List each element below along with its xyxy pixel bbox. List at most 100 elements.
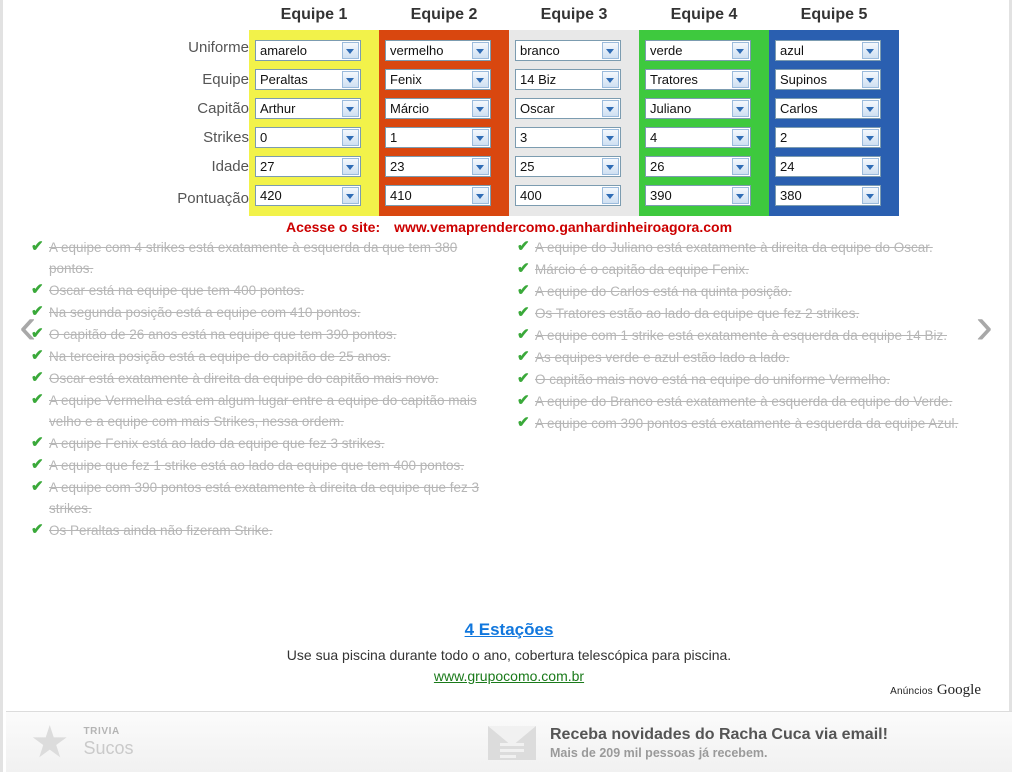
puzzle-cell: 23 bbox=[379, 152, 509, 181]
select-uniforme-col1[interactable]: amarelo bbox=[255, 40, 361, 61]
clue-item[interactable]: ✔ Os Tratores estão ao lado da equipe que… bbox=[517, 303, 987, 324]
select-pontuação-col1[interactable]: 420 bbox=[255, 185, 361, 206]
footer-newsletter-block[interactable]: Receba novidades do Racha Cuca via email… bbox=[488, 712, 888, 773]
clue-item[interactable]: ✔ Oscar está exatamente à direita da equi… bbox=[31, 368, 501, 389]
select-equipe-col1[interactable]: Peraltas bbox=[255, 69, 361, 90]
select-strikes-col5[interactable]: 2 bbox=[775, 127, 881, 148]
chevron-down-icon bbox=[342, 71, 359, 88]
select-equipe-col5[interactable]: Supinos bbox=[775, 69, 881, 90]
clue-text: A equipe com 1 strike está exatamente à … bbox=[535, 328, 948, 343]
trivia-title: Sucos bbox=[83, 738, 134, 758]
clue-text: Márcio é o capitão da equipe Fenix. bbox=[535, 262, 749, 277]
clue-item[interactable]: ✔ A equipe do Carlos está na quinta posiç… bbox=[517, 281, 987, 302]
puzzle-cell: 400 bbox=[509, 181, 639, 216]
ad-title-link[interactable]: 4 Estações bbox=[465, 620, 554, 640]
clue-item[interactable]: ✔ O capitão mais novo está na equipe do u… bbox=[517, 369, 987, 390]
chevron-down-icon bbox=[862, 158, 879, 175]
select-pontuação-col5[interactable]: 380 bbox=[775, 185, 881, 206]
footer-trivia-block[interactable]: ★ TRIVIA Sucos bbox=[30, 712, 133, 773]
puzzle-cell: 3 bbox=[509, 123, 639, 152]
envelope-icon bbox=[488, 725, 536, 760]
select-idade-col1[interactable]: 27 bbox=[255, 156, 361, 177]
select-idade-col2[interactable]: 23 bbox=[385, 156, 491, 177]
newsletter-title: Receba novidades do Racha Cuca via email… bbox=[550, 725, 888, 743]
clue-text: A equipe com 4 strikes está exatamente à… bbox=[49, 240, 458, 276]
row-label-pontuação: Pontuação bbox=[177, 190, 249, 207]
check-icon: ✔ bbox=[517, 370, 530, 387]
select-strikes-col2[interactable]: 1 bbox=[385, 127, 491, 148]
select-capitão-col5[interactable]: Carlos bbox=[775, 98, 881, 119]
select-strikes-col3[interactable]: 3 bbox=[515, 127, 621, 148]
chevron-down-icon bbox=[602, 129, 619, 146]
clue-text: O capitão de 26 anos está na equipe que … bbox=[49, 327, 397, 342]
clue-item[interactable]: ✔ Na terceira posição está a equipe do ca… bbox=[31, 346, 501, 367]
puzzle-cell: Supinos bbox=[769, 65, 899, 94]
puzzle-row: Equipe Peraltas Fenix 14 Biz Tratores Supinos bbox=[131, 65, 899, 94]
clue-item[interactable]: ✔ A equipe com 1 strike está exatamente à… bbox=[517, 325, 987, 346]
puzzle-cell: 4 bbox=[639, 123, 769, 152]
google-ads-label: Anúncios Google bbox=[890, 682, 981, 699]
clue-text: Oscar está na equipe que tem 400 pontos. bbox=[49, 283, 305, 298]
puzzle-cell: Juliano bbox=[639, 94, 769, 123]
clue-item[interactable]: ✔ A equipe Fenix está ao lado da equipe q… bbox=[31, 433, 501, 454]
select-capitão-col2[interactable]: Márcio bbox=[385, 98, 491, 119]
clue-text: Os Tratores estão ao lado da equipe que … bbox=[535, 306, 860, 321]
chevron-down-icon bbox=[732, 158, 749, 175]
clue-item[interactable]: ✔ A equipe com 390 pontos está exatamente… bbox=[517, 413, 987, 434]
select-capitão-col1[interactable]: Arthur bbox=[255, 98, 361, 119]
clue-item[interactable]: ✔ A equipe que fez 1 strike está ao lado … bbox=[31, 455, 501, 476]
puzzle-cell: amarelo bbox=[249, 30, 379, 65]
clue-item[interactable]: ✔ A equipe Vermelha está em algum lugar e… bbox=[31, 390, 501, 432]
sponsor-site-line: Acesse o site: www.vemaprendercomo.ganhar… bbox=[3, 219, 1012, 235]
puzzle-row: Strikes 0 1 3 4 2 bbox=[131, 123, 899, 152]
clue-text: A equipe Fenix está ao lado da equipe qu… bbox=[49, 436, 385, 451]
clue-item[interactable]: ✔ O capitão de 26 anos está na equipe que… bbox=[31, 324, 501, 345]
clue-item[interactable]: ✔ Márcio é o capitão da equipe Fenix. bbox=[517, 259, 987, 280]
chevron-down-icon bbox=[862, 129, 879, 146]
select-idade-col4[interactable]: 26 bbox=[645, 156, 751, 177]
previous-puzzle-arrow-icon[interactable]: ‹ bbox=[19, 300, 36, 352]
chevron-down-icon bbox=[602, 42, 619, 59]
check-icon: ✔ bbox=[31, 478, 44, 495]
check-icon: ✔ bbox=[31, 434, 44, 451]
clue-item[interactable]: ✔ Oscar está na equipe que tem 400 pontos… bbox=[31, 280, 501, 301]
sponsor-url[interactable]: www.vemaprendercomo.ganhardinheiroagora.… bbox=[394, 219, 732, 235]
select-idade-col5[interactable]: 24 bbox=[775, 156, 881, 177]
puzzle-cell: branco bbox=[509, 30, 639, 65]
select-pontuação-col3[interactable]: 400 bbox=[515, 185, 621, 206]
clue-item[interactable]: ✔ A equipe do Juliano está exatamente à d… bbox=[517, 237, 987, 258]
select-uniforme-col3[interactable]: branco bbox=[515, 40, 621, 61]
select-equipe-col2[interactable]: Fenix bbox=[385, 69, 491, 90]
select-pontuação-col2[interactable]: 410 bbox=[385, 185, 491, 206]
clue-item[interactable]: ✔ A equipe com 4 strikes está exatamente … bbox=[31, 237, 501, 279]
select-uniforme-col2[interactable]: vermelho bbox=[385, 40, 491, 61]
clues-container: ✔ A equipe com 4 strikes está exatamente … bbox=[31, 237, 987, 592]
row-label-strikes: Strikes bbox=[203, 129, 249, 146]
clue-item[interactable]: ✔ A equipe com 390 pontos está exatamente… bbox=[31, 477, 501, 519]
clue-text: A equipe do Juliano está exatamente à di… bbox=[535, 240, 933, 255]
clue-item[interactable]: ✔ A equipe do Branco está exatamente à es… bbox=[517, 391, 987, 412]
clue-text: A equipe do Branco está exatamente à esq… bbox=[535, 394, 953, 409]
select-capitão-col4[interactable]: Juliano bbox=[645, 98, 751, 119]
select-capitão-col3[interactable]: Oscar bbox=[515, 98, 621, 119]
clue-item[interactable]: ✔ As equipes verde e azul estão lado a la… bbox=[517, 347, 987, 368]
select-strikes-col4[interactable]: 4 bbox=[645, 127, 751, 148]
chevron-down-icon bbox=[472, 187, 489, 204]
clue-item[interactable]: ✔ Os Peraltas ainda não fizeram Strike. bbox=[31, 520, 501, 541]
chevron-down-icon bbox=[602, 100, 619, 117]
select-uniforme-col4[interactable]: verde bbox=[645, 40, 751, 61]
row-label-capitão: Capitão bbox=[197, 100, 249, 117]
select-idade-col3[interactable]: 25 bbox=[515, 156, 621, 177]
select-equipe-col4[interactable]: Tratores bbox=[645, 69, 751, 90]
check-icon: ✔ bbox=[517, 282, 530, 299]
column-header-3: Equipe 3 bbox=[540, 6, 608, 23]
clue-item[interactable]: ✔ Na segunda posição está a equipe com 41… bbox=[31, 302, 501, 323]
puzzle-cell: 26 bbox=[639, 152, 769, 181]
chevron-down-icon bbox=[472, 129, 489, 146]
ad-url-link[interactable]: www.grupocomo.com.br bbox=[434, 668, 584, 684]
next-puzzle-arrow-icon[interactable]: › bbox=[976, 300, 993, 352]
select-pontuação-col4[interactable]: 390 bbox=[645, 185, 751, 206]
select-strikes-col1[interactable]: 0 bbox=[255, 127, 361, 148]
select-uniforme-col5[interactable]: azul bbox=[775, 40, 881, 61]
select-equipe-col3[interactable]: 14 Biz bbox=[515, 69, 621, 90]
